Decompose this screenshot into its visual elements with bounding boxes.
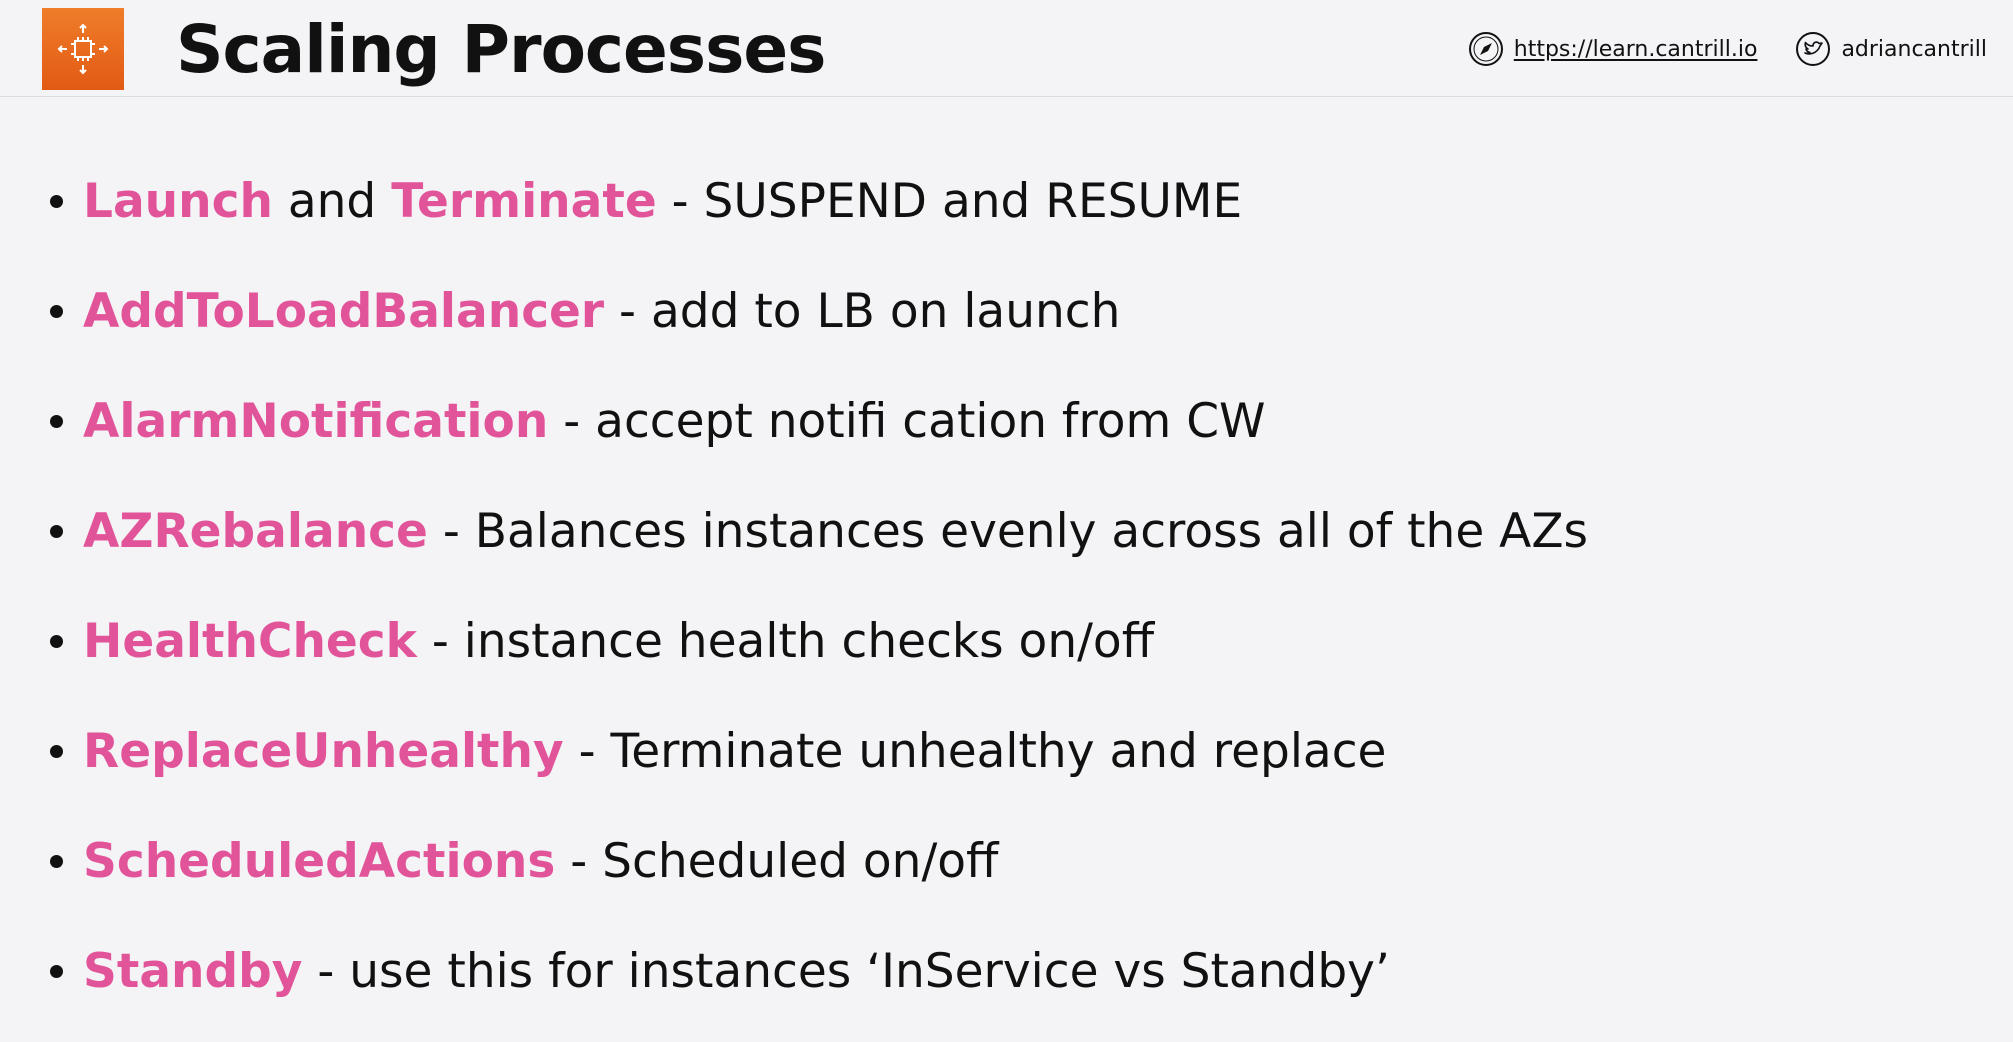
bullet-dot	[50, 634, 63, 648]
process-name: Terminate	[391, 173, 657, 229]
bullet-text: HealthCheck - instance health checks on/…	[83, 614, 1154, 669]
bullet-dot	[50, 414, 63, 428]
process-description: - instance health checks on/off	[416, 613, 1155, 669]
bullet-item: AlarmNotification - accept notifi cation…	[50, 366, 1588, 476]
bullet-dot	[50, 524, 63, 538]
twitter-handle: adriancantrill	[1841, 36, 1987, 62]
process-description: - accept notifi cation from CW	[548, 393, 1266, 449]
bullet-item: Standby - use this for instances ‘InServ…	[50, 916, 1588, 1026]
process-name: HealthCheck	[83, 613, 417, 669]
bullet-text: Launch and Terminate - SUSPEND and RESUM…	[83, 174, 1242, 229]
twitter-icon	[1795, 31, 1831, 67]
site-link-group: https://learn.cantrill.io	[1468, 31, 1758, 67]
bullet-text: ScheduledActions - Scheduled on/off	[83, 834, 998, 889]
bullet-dot	[50, 744, 63, 758]
process-description: - Scheduled on/off	[555, 833, 999, 889]
process-name: AddToLoadBalancer	[83, 283, 605, 339]
process-name: Standby	[83, 943, 303, 999]
bullet-text: AZRebalance - Balances instances evenly …	[83, 504, 1588, 559]
process-name: Launch	[83, 173, 273, 229]
process-description: - Balances instances evenly across all o…	[427, 503, 1589, 559]
bullet-item: AddToLoadBalancer - add to LB on launch	[50, 256, 1588, 366]
process-description: - use this for instances ‘InService vs S…	[302, 943, 1390, 999]
auto-scaling-icon	[42, 8, 124, 90]
bullet-list: Launch and Terminate - SUSPEND and RESUM…	[50, 146, 1588, 1026]
bullet-dot	[50, 964, 63, 978]
site-link[interactable]: https://learn.cantrill.io	[1514, 37, 1758, 62]
process-name: AZRebalance	[83, 503, 428, 559]
process-name: AlarmNotification	[83, 393, 549, 449]
bullet-text: ReplaceUnhealthy - Terminate unhealthy a…	[83, 724, 1386, 779]
process-description: - add to LB on launch	[604, 283, 1121, 339]
slide-header: Scaling Processes https://learn.cantrill…	[0, 0, 2013, 97]
bullet-text: AlarmNotification - accept notifi cation…	[83, 394, 1266, 449]
bullet-text: Standby - use this for instances ‘InServ…	[83, 944, 1390, 999]
process-name: ReplaceUnhealthy	[83, 723, 564, 779]
process-name: ScheduledActions	[83, 833, 556, 889]
process-description: and	[272, 173, 392, 229]
process-description: - SUSPEND and RESUME	[656, 173, 1243, 229]
bullet-item: ReplaceUnhealthy - Terminate unhealthy a…	[50, 696, 1588, 806]
bullet-item: AZRebalance - Balances instances evenly …	[50, 476, 1588, 586]
bullet-dot	[50, 854, 63, 868]
compass-icon	[1468, 31, 1504, 67]
bullet-item: Launch and Terminate - SUSPEND and RESUM…	[50, 146, 1588, 256]
page-title: Scaling Processes	[176, 11, 826, 88]
bullet-dot	[50, 304, 63, 318]
bullet-item: HealthCheck - instance health checks on/…	[50, 586, 1588, 696]
bullet-text: AddToLoadBalancer - add to LB on launch	[83, 284, 1120, 339]
header-meta: https://learn.cantrill.io adriancantrill	[1468, 30, 1987, 68]
process-description: - Terminate unhealthy and replace	[563, 723, 1387, 779]
twitter-group: adriancantrill	[1795, 31, 1987, 67]
bullet-item: ScheduledActions - Scheduled on/off	[50, 806, 1588, 916]
bullet-dot	[50, 194, 63, 208]
